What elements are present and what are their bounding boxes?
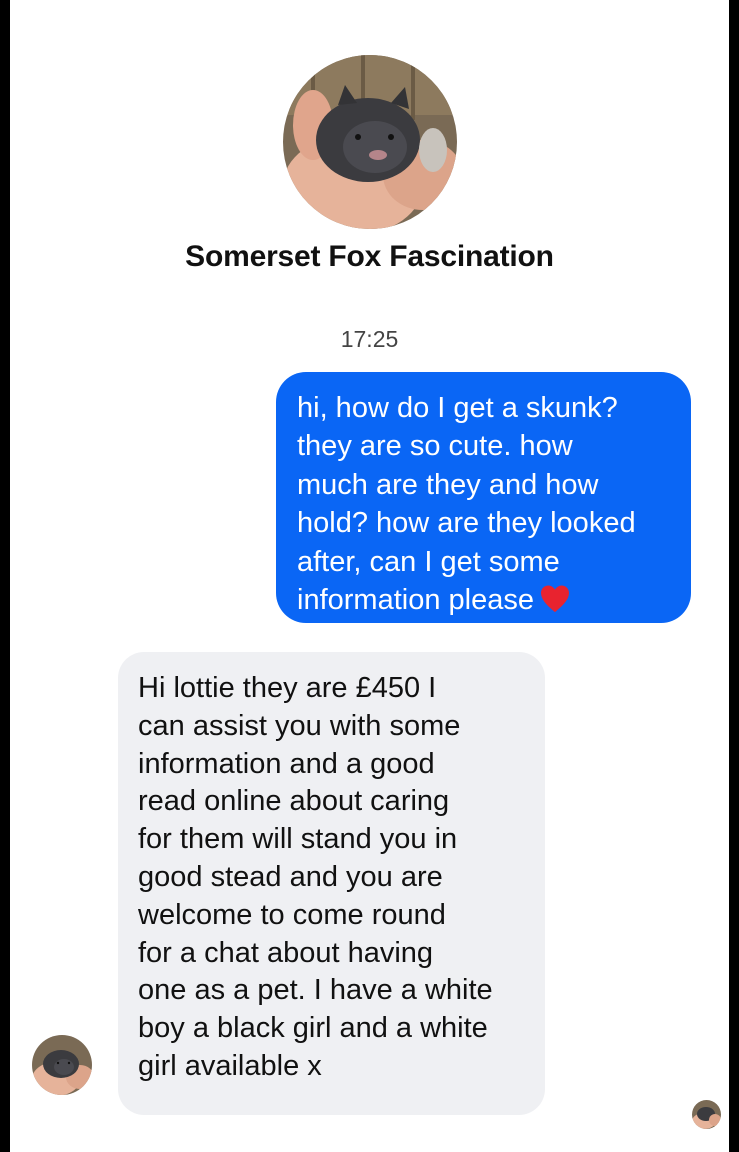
contact-name[interactable]: Somerset Fox Fascination: [10, 240, 729, 274]
outgoing-message-bubble[interactable]: hi, how do I get a skunk? they are so cu…: [276, 372, 691, 623]
message-timestamp: 17:25: [340, 326, 399, 352]
contact-profile-photo[interactable]: [283, 55, 457, 229]
incoming-message-text: Hi lottie they are £450 I can assist you…: [138, 672, 493, 1082]
chat-screen: Somerset Fox Fascination 17:25 hi, how d…: [10, 0, 729, 1152]
seen-receipt-avatar: [692, 1100, 721, 1129]
heart-icon: [540, 585, 569, 613]
outgoing-message-text: hi, how do I get a skunk? they are so cu…: [297, 389, 671, 619]
incoming-message-bubble[interactable]: Hi lottie they are £450 I can assist you…: [118, 652, 545, 1115]
outgoing-message-body: hi, how do I get a skunk? they are so cu…: [297, 392, 636, 617]
sender-avatar[interactable]: [32, 1035, 92, 1095]
